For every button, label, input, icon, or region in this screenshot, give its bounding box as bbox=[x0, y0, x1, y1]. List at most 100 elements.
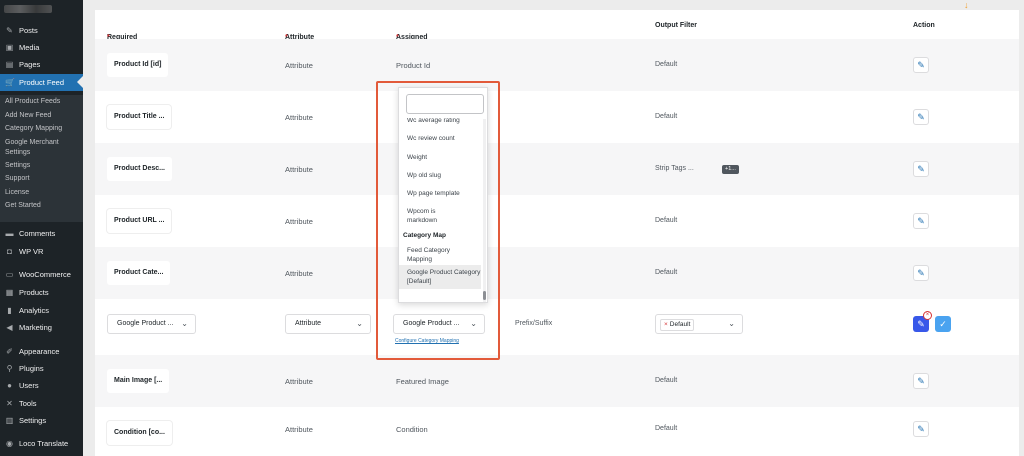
assigned-value: Featured Image bbox=[396, 377, 449, 386]
sidebar-item-analytics[interactable]: ▮ Analytics bbox=[0, 302, 83, 319]
attribute-type-select[interactable]: Attribute ⌄ bbox=[285, 314, 371, 334]
required-attribute-select[interactable]: Google Product ... ⌄ bbox=[107, 314, 196, 334]
attribute-mapping-table: Required Attributes* Attribute Type* Ass… bbox=[95, 10, 1019, 456]
output-filter: Default bbox=[655, 425, 678, 432]
box-icon: ▦ bbox=[5, 288, 14, 297]
attribute-name: Product Desc... bbox=[107, 157, 172, 181]
submenu-support[interactable]: Support bbox=[0, 172, 83, 186]
attribute-type: Attribute bbox=[285, 165, 313, 174]
attribute-type: Attribute bbox=[285, 61, 313, 70]
wrench-icon: ✕ bbox=[6, 399, 13, 408]
cart-icon: 🛒 bbox=[5, 78, 15, 87]
attribute-type: Attribute bbox=[285, 269, 313, 278]
globe-icon: ◉ bbox=[6, 439, 13, 448]
attribute-type: Attribute bbox=[285, 425, 313, 434]
sidebar-item-product-feed[interactable]: 🛒 Product Feed bbox=[0, 74, 83, 91]
attribute-type: Attribute bbox=[285, 217, 313, 226]
settings-icon: ▥ bbox=[5, 416, 14, 425]
edit-button[interactable]: ✎ bbox=[913, 109, 929, 125]
admin-sidebar: ✎ Posts ▣ Media ▤ Pages 🛒 Product Feed All P… bbox=[0, 0, 83, 456]
pencil-icon: ✎ bbox=[917, 216, 925, 226]
attribute-name: Product Title ... bbox=[107, 105, 172, 129]
pin-icon: ✎ bbox=[6, 26, 13, 35]
attribute-name: Main Image [... bbox=[107, 369, 170, 393]
sidebar-item-users[interactable]: ● Users bbox=[0, 377, 83, 394]
attribute-type: Attribute bbox=[285, 113, 313, 122]
edit-button[interactable]: ✎ bbox=[913, 57, 929, 73]
edit-button[interactable]: ✎ bbox=[913, 161, 929, 177]
submenu-get-started[interactable]: Get Started bbox=[0, 199, 83, 213]
check-icon: ✓ bbox=[939, 319, 947, 329]
sidebar-item-wpvr[interactable]: ◘ WP VR bbox=[0, 243, 83, 260]
edit-button[interactable]: ✎ bbox=[913, 373, 929, 389]
pencil-icon: ✎ bbox=[917, 424, 925, 434]
media-icon: ▣ bbox=[5, 43, 14, 52]
attribute-name: Product URL ... bbox=[107, 209, 172, 233]
sidebar-item-tools[interactable]: ✕ Tools bbox=[0, 395, 83, 412]
table-row: Condition [co... Attribute Condition Def… bbox=[95, 407, 1019, 456]
attribute-name: Condition [co... bbox=[107, 421, 172, 445]
sidebar-item-marketing[interactable]: ◀ Marketing bbox=[0, 319, 83, 336]
sidebar-item-media[interactable]: ▣ Media bbox=[0, 39, 83, 56]
chevron-down-icon: ⌄ bbox=[356, 319, 363, 328]
arrow-down-icon: ↓ bbox=[964, 0, 969, 10]
output-filter: Default bbox=[655, 113, 678, 120]
sidebar-item-loco-translate[interactable]: ◉ Loco Translate bbox=[0, 435, 83, 452]
sidebar-submenu: All Product Feeds Add New Feed Category … bbox=[0, 95, 83, 222]
submenu-add-new-feed[interactable]: Add New Feed bbox=[0, 109, 83, 123]
remove-x-icon[interactable]: × bbox=[664, 321, 668, 328]
highlight-annotation-box bbox=[376, 81, 500, 360]
woo-icon: ▭ bbox=[5, 270, 14, 279]
cancel-icon[interactable]: × bbox=[923, 311, 932, 320]
output-filter: Strip Tags ... bbox=[655, 165, 694, 172]
pencil-icon: ✎ bbox=[917, 164, 925, 174]
sidebar-item-plugins[interactable]: ⚲ Plugins bbox=[0, 360, 83, 377]
submenu-all-feeds[interactable]: All Product Feeds bbox=[0, 95, 83, 109]
pencil-icon: ✎ bbox=[917, 60, 925, 70]
pencil-icon: ✎ bbox=[917, 112, 925, 122]
submenu-category-mapping[interactable]: Category Mapping bbox=[0, 122, 83, 136]
sidebar-item-products[interactable]: ▦ Products bbox=[0, 284, 83, 301]
vr-icon: ◘ bbox=[7, 247, 12, 256]
chevron-down-icon: ⌄ bbox=[728, 319, 735, 328]
header-output-filter: Output Filter bbox=[655, 22, 697, 29]
megaphone-icon: ◀ bbox=[6, 323, 13, 332]
pencil-icon: ✎ bbox=[917, 268, 925, 278]
assigned-value: Product Id bbox=[396, 61, 431, 70]
sidebar-item-pages[interactable]: ▤ Pages bbox=[0, 56, 83, 73]
chart-icon: ▮ bbox=[7, 306, 12, 315]
sidebar-item-woocommerce[interactable]: ▭ WooCommerce bbox=[0, 266, 83, 283]
pencil-icon: ✎ bbox=[917, 376, 925, 386]
sidebar-item-posts[interactable]: ✎ Posts bbox=[0, 22, 83, 39]
plug-icon: ⚲ bbox=[6, 364, 13, 373]
edit-button[interactable]: ✎ bbox=[913, 213, 929, 229]
active-arrow bbox=[77, 76, 83, 88]
sidebar-item-appearance[interactable]: ✐ Appearance bbox=[0, 343, 83, 360]
output-filter-select[interactable]: × Default ⌄ bbox=[655, 314, 743, 334]
table-header: Required Attributes* Attribute Type* Ass… bbox=[107, 22, 935, 48]
table-row: Product URL ... Attribute Default ✎ bbox=[95, 195, 1019, 247]
header-action: Action bbox=[913, 22, 935, 29]
edit-button[interactable]: ✎ bbox=[913, 265, 929, 281]
output-filter: Default bbox=[655, 217, 678, 224]
table-row: Product Id [id] Attribute Product Id Def… bbox=[95, 39, 1019, 91]
attribute-name: Product Cate... bbox=[107, 261, 171, 285]
filter-count-badge: +1... bbox=[722, 165, 739, 174]
user-icon: ● bbox=[7, 381, 12, 390]
sidebar-item-settings[interactable]: ▥ Settings bbox=[0, 412, 83, 429]
confirm-button[interactable]: ✓ bbox=[935, 316, 951, 332]
pencil-icon: ✎ bbox=[917, 319, 925, 329]
submenu-google-merchant[interactable]: Google Merchant Settings bbox=[0, 136, 83, 159]
sidebar-item-comments[interactable]: ▬ Comments bbox=[0, 225, 83, 242]
chevron-down-icon: ⌄ bbox=[181, 319, 188, 328]
pages-icon: ▤ bbox=[5, 60, 14, 69]
table-row: Main Image [... Attribute Featured Image… bbox=[95, 355, 1019, 407]
output-filter: Default bbox=[655, 377, 678, 384]
brush-icon: ✐ bbox=[6, 347, 13, 356]
submenu-settings[interactable]: Settings bbox=[0, 159, 83, 173]
prefix-suffix-label[interactable]: Prefix/Suffix bbox=[515, 320, 552, 327]
table-row: Product Desc... Attribute Strip Tags ...… bbox=[95, 143, 1019, 195]
output-filter: Default bbox=[655, 269, 678, 276]
submenu-license[interactable]: License bbox=[0, 186, 83, 200]
edit-button[interactable]: ✎ bbox=[913, 421, 929, 437]
